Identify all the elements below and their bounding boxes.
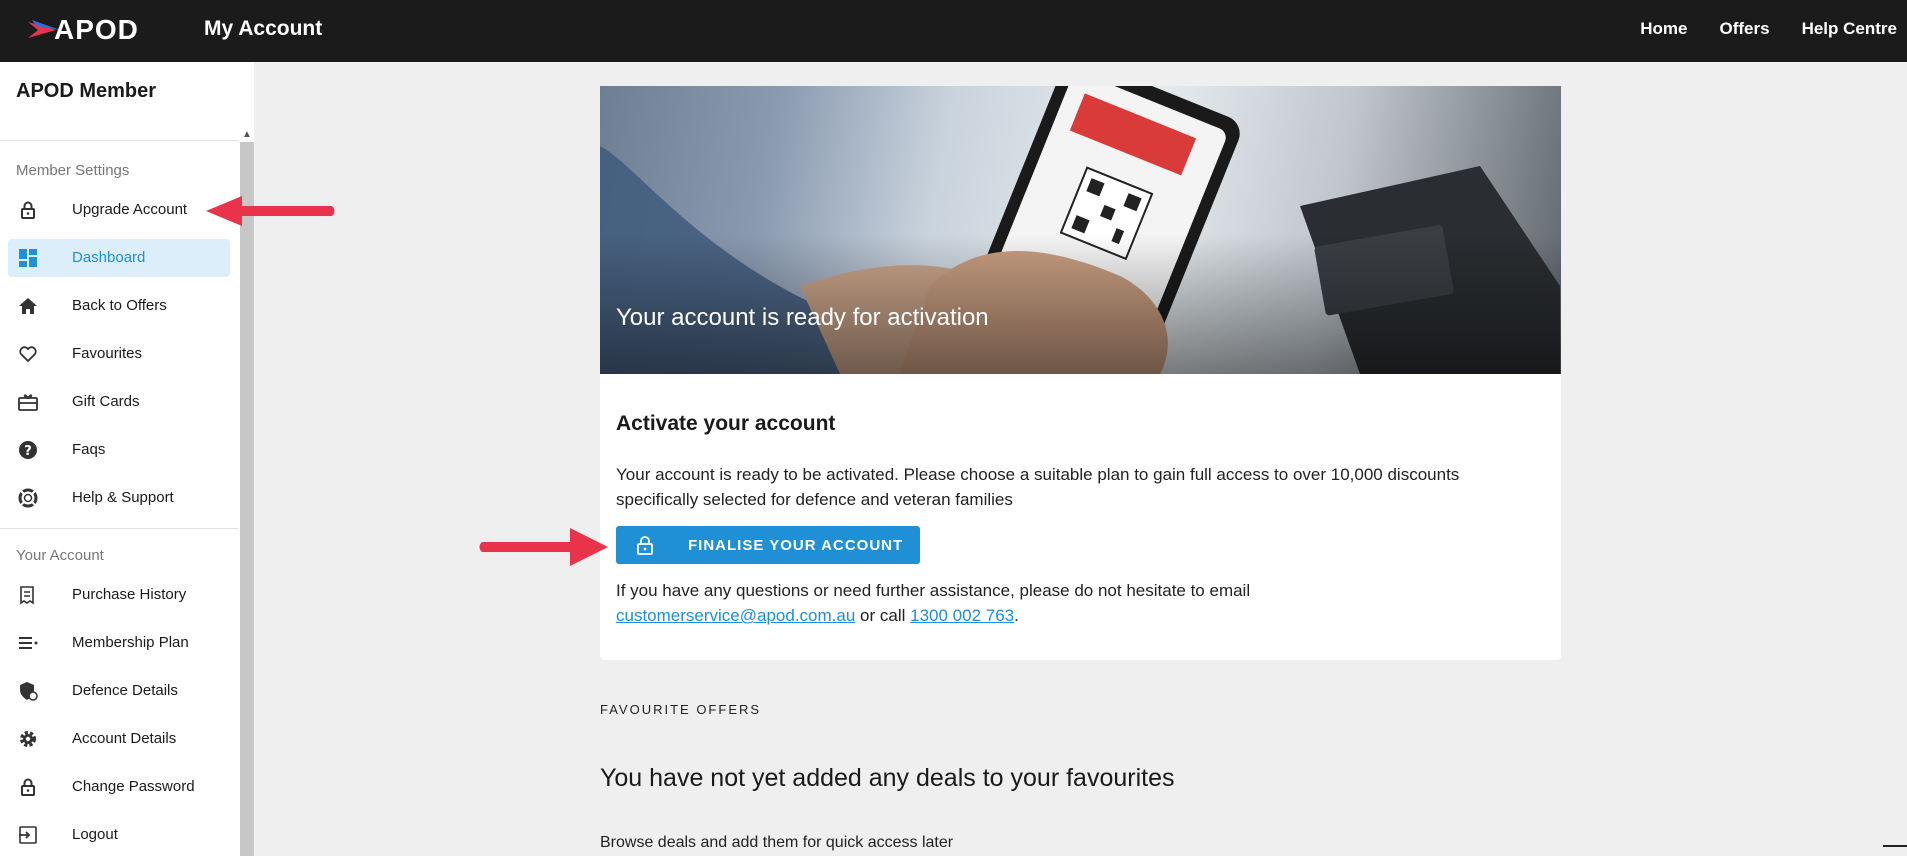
sidebar-item-label: Dashboard [72, 249, 146, 266]
list-icon [19, 637, 38, 649]
sidebar-item-label: Account Details [72, 730, 177, 747]
hero-banner: Your account is ready for activation [600, 86, 1561, 374]
dashboard-icon [19, 249, 37, 267]
top-nav: Home Offers Help Centre [1640, 19, 1897, 39]
card-heading: Activate your account [616, 412, 836, 435]
gift-card-icon [18, 394, 38, 411]
logout-icon [19, 826, 37, 844]
help-circle-icon: ? [19, 441, 37, 459]
svg-text:?: ? [24, 444, 32, 459]
gear-icon [20, 731, 36, 747]
lock-icon [637, 536, 653, 555]
sidebar-item-label: Logout [72, 826, 118, 843]
sidebar-scrollbar[interactable] [240, 142, 254, 856]
heart-icon [19, 346, 37, 363]
finalise-account-button[interactable]: FINALISE YOUR ACCOUNT [616, 526, 920, 564]
sidebar-item-label: Favourites [72, 345, 143, 362]
help-text-prefix: If you have any questions or need furthe… [616, 581, 1251, 600]
section-label-your-account: Your Account [16, 547, 104, 564]
sidebar-item-label: Help & Support [72, 489, 174, 506]
sidebar-item-back-to-offers[interactable]: Back to Offers [8, 287, 230, 325]
sidebar-item-purchase-history[interactable]: Purchase History [8, 576, 230, 614]
lock-icon [21, 201, 35, 219]
sidebar-item-label: Purchase History [72, 586, 187, 603]
sidebar-item-gift-cards[interactable]: Gift Cards [8, 383, 230, 421]
sidebar-item-label: Upgrade Account [72, 201, 188, 218]
sidebar-item-label: Faqs [72, 441, 106, 458]
home-icon [19, 298, 37, 314]
sidebar-divider [0, 140, 238, 141]
annotation-arrow-right-icon [479, 528, 608, 566]
sidebar-item-favourites[interactable]: Favourites [8, 335, 230, 373]
sidebar-title: APOD Member [16, 80, 157, 102]
card-body-text: Your account is ready to be activated. P… [616, 465, 1460, 509]
scroll-up-arrow-icon[interactable]: ▲ [240, 128, 254, 142]
section-label-member-settings: Member Settings [16, 162, 130, 179]
apod-logo[interactable]: APOD [26, 14, 172, 46]
sidebar-item-label: Gift Cards [72, 393, 140, 410]
page-title: My Account [204, 17, 323, 40]
top-bar: APOD My Account Home Offers Help Centre [0, 0, 1907, 62]
nav-offers-link[interactable]: Offers [1720, 19, 1770, 39]
favourite-offers-label: FAVOURITE OFFERS [600, 702, 762, 717]
sidebar-item-faqs[interactable]: ? Faqs [8, 431, 230, 469]
sidebar-item-label: Membership Plan [72, 634, 189, 651]
nav-help-centre-link[interactable]: Help Centre [1802, 19, 1897, 39]
annotation-arrow-left-icon [206, 196, 335, 226]
finalise-account-label: FINALISE YOUR ACCOUNT [688, 537, 904, 554]
sidebar-item-defence-details[interactable]: Defence Details [8, 672, 230, 710]
receipt-icon [20, 586, 34, 605]
favourites-empty-heading: You have not yet added any deals to your… [600, 764, 1175, 792]
lifebuoy-icon [18, 488, 38, 508]
hero-title: Your account is ready for activation [616, 304, 989, 331]
sidebar-item-upgrade-account[interactable]: Upgrade Account [8, 191, 230, 229]
favourites-empty-subtext: Browse deals and add them for quick acce… [600, 834, 954, 851]
email-link[interactable]: customerservice@apod.com.au [616, 606, 855, 625]
sidebar-item-change-password[interactable]: Change Password [8, 768, 230, 806]
nav-home-link[interactable]: Home [1640, 19, 1687, 39]
help-text-suffix: . [1014, 606, 1019, 625]
sidebar-item-dashboard[interactable]: Dashboard [8, 239, 230, 277]
activation-card: Activate your account Your account is re… [600, 374, 1561, 660]
resize-indicator [1883, 845, 1907, 847]
phone-link[interactable]: 1300 002 763 [910, 606, 1014, 625]
sidebar-item-label: Defence Details [72, 682, 178, 699]
sidebar: APOD Member ▲ Member Settings Upgrade Ac… [0, 62, 254, 856]
help-text-mid: or call [860, 606, 906, 625]
sidebar-item-membership-plan[interactable]: Membership Plan [8, 624, 230, 662]
sidebar-item-label: Back to Offers [72, 297, 167, 314]
sidebar-item-logout[interactable]: Logout [8, 816, 230, 854]
shield-icon [20, 682, 38, 701]
help-text: If you have any questions or need furthe… [616, 578, 1516, 628]
sidebar-section-divider [0, 528, 238, 529]
lock-icon [21, 778, 35, 796]
sidebar-item-account-details[interactable]: Account Details [8, 720, 230, 758]
sidebar-item-help-support[interactable]: Help & Support [8, 479, 230, 517]
logo-text: APOD [54, 14, 139, 45]
sidebar-item-label: Change Password [72, 778, 195, 795]
